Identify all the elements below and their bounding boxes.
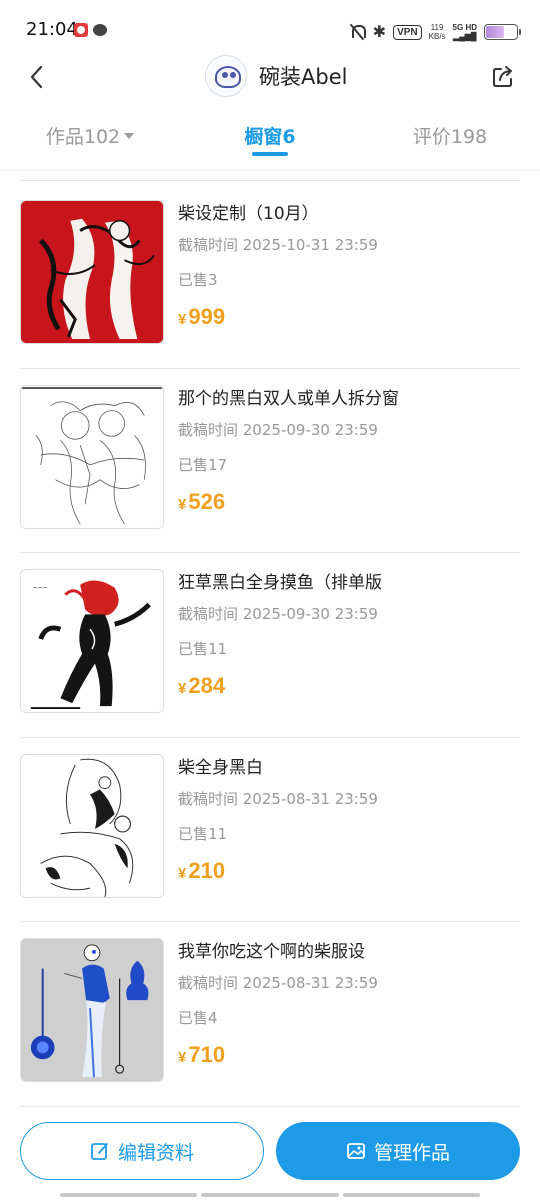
gesture-segment <box>342 1193 480 1197</box>
product-sold-count: 已售11 <box>178 824 228 843</box>
product-price: ¥999 <box>178 302 225 335</box>
edit-profile-label: 编辑资料 <box>117 1141 194 1164</box>
tab-works[interactable]: 作品102 <box>0 118 180 166</box>
price-value: 284 <box>188 673 226 698</box>
product-price: ¥710 <box>178 1040 225 1073</box>
product-title: 柴全身黑白 <box>178 757 263 778</box>
product-sold-count: 已售11 <box>178 640 228 658</box>
edit-icon <box>91 1143 108 1160</box>
battery-level <box>486 26 504 38</box>
product-item[interactable]: 那个的黑白双人或单人拆分窗 截稿时间 2025-09-30 23:59 已售17… <box>20 369 520 553</box>
product-price: ¥210 <box>178 856 225 889</box>
tab-showcase[interactable]: 橱窗6 <box>180 118 360 166</box>
price-value: 526 <box>188 488 226 514</box>
tabs-divider <box>0 170 540 171</box>
network-speed-value: 119 <box>430 23 444 32</box>
profile-name: 碗装Abel <box>259 65 348 89</box>
product-title: 柴设定制（10月） <box>178 204 319 224</box>
gesture-segment <box>60 1193 198 1197</box>
gesture-navigation-bar[interactable] <box>60 1193 480 1197</box>
product-item[interactable]: ~~~ 狂草黑白全身摸鱼（排单版 截稿时间 2025-09-30 23:59 已… <box>20 553 520 738</box>
message-notification-icon <box>93 24 107 36</box>
product-thumbnail[interactable]: ~~~ <box>20 569 164 713</box>
product-deadline: 截稿时间 2025-10-31 23:59 <box>178 236 378 254</box>
image-icon <box>347 1143 365 1159</box>
status-time: 21:04 <box>26 19 78 40</box>
active-tab-indicator <box>252 152 288 156</box>
edit-profile-button[interactable]: 编辑资料 <box>20 1122 264 1180</box>
tab-works-label: 作品102 <box>45 126 121 148</box>
product-item[interactable]: 柴全身黑白 截稿时间 2025-08-31 23:59 已售11 ¥210 <box>20 738 520 922</box>
profile-header[interactable]: 碗装Abel <box>205 55 347 97</box>
svg-text:~~~: ~~~ <box>33 586 48 592</box>
product-thumbnail[interactable] <box>20 384 164 529</box>
avatar[interactable] <box>205 55 247 97</box>
app-notification-icon <box>74 23 88 37</box>
network-speed-unit: KB/s <box>428 32 446 41</box>
tab-showcase-label: 橱窗6 <box>244 126 296 148</box>
product-price: ¥284 <box>178 671 225 704</box>
battery-icon <box>484 24 521 40</box>
price-value: 710 <box>188 1042 226 1067</box>
product-thumbnail[interactable] <box>20 200 164 344</box>
vpn-badge: VPN <box>393 24 422 40</box>
product-image-red-figures <box>21 201 163 343</box>
bottom-action-bar: 编辑资料 管理作品 <box>0 1120 540 1182</box>
status-indicators: ✱ VPN 119 KB/s 5G HD ▂▄▆█ <box>348 20 521 44</box>
page-header: 碗装Abel <box>0 52 540 102</box>
network-speed: 119 KB/s <box>429 23 446 41</box>
product-deadline: 截稿时间 2025-08-31 23:59 <box>178 789 378 808</box>
price-currency: ¥ <box>178 864 187 882</box>
product-deadline: 截稿时间 2025-09-30 23:59 <box>178 605 378 623</box>
gesture-segment <box>201 1193 339 1197</box>
product-image-sketch-duo <box>21 385 163 528</box>
network-type: 5G HD <box>452 23 477 32</box>
back-button[interactable] <box>22 62 52 92</box>
signal-bars-icon: ▂▄▆█ <box>452 32 477 41</box>
product-deadline: 截稿时间 2025-09-30 23:59 <box>178 420 378 439</box>
tab-reviews-label: 评价198 <box>412 126 488 148</box>
product-image-blue-costume <box>21 939 163 1081</box>
product-image-ink-figure: ~~~ <box>21 570 163 712</box>
caret-down-icon <box>124 132 135 139</box>
product-list: 柴设定制（10月） 截稿时间 2025-10-31 23:59 已售3 ¥999 <box>20 184 520 1107</box>
product-title: 我草你吃这个啊的柴服设 <box>178 942 365 962</box>
mute-icon <box>348 23 366 41</box>
product-sold-count: 已售3 <box>178 271 218 289</box>
product-item[interactable]: 我草你吃这个啊的柴服设 截稿时间 2025-08-31 23:59 已售4 ¥7… <box>20 922 520 1107</box>
price-currency: ¥ <box>178 680 187 697</box>
price-value: 210 <box>188 857 226 883</box>
product-title: 那个的黑白双人或单人拆分窗 <box>178 388 399 409</box>
product-sold-count: 已售4 <box>178 1009 218 1027</box>
manage-works-button[interactable]: 管理作品 <box>276 1122 520 1180</box>
back-arrow-icon <box>30 65 43 89</box>
product-thumbnail[interactable] <box>20 938 164 1082</box>
product-sold-count: 已售17 <box>178 455 228 474</box>
status-bar: 21:04 ✱ VPN 119 KB/s 5G HD ▂▄▆█ <box>0 0 540 60</box>
list-top-divider <box>20 180 520 181</box>
signal-indicator: 5G HD ▂▄▆█ <box>453 23 477 41</box>
tab-reviews[interactable]: 评价198 <box>360 118 540 166</box>
bluetooth-icon: ✱ <box>372 22 387 41</box>
price-currency: ¥ <box>178 495 187 513</box>
price-currency: ¥ <box>178 1049 187 1066</box>
product-price: ¥526 <box>178 487 225 520</box>
tab-bar: 作品102 橱窗6 评价198 <box>0 118 540 166</box>
product-item[interactable]: 柴设定制（10月） 截稿时间 2025-10-31 23:59 已售3 ¥999 <box>20 184 520 369</box>
product-deadline: 截稿时间 2025-08-31 23:59 <box>178 974 378 992</box>
price-currency: ¥ <box>178 311 187 328</box>
share-icon <box>493 66 512 87</box>
product-image-bw-fullbody <box>21 754 163 897</box>
product-thumbnail[interactable] <box>20 753 164 898</box>
share-button[interactable] <box>490 64 516 90</box>
manage-works-label: 管理作品 <box>373 1141 450 1164</box>
price-value: 999 <box>188 304 226 329</box>
product-title: 狂草黑白全身摸鱼（排单版 <box>178 573 382 593</box>
